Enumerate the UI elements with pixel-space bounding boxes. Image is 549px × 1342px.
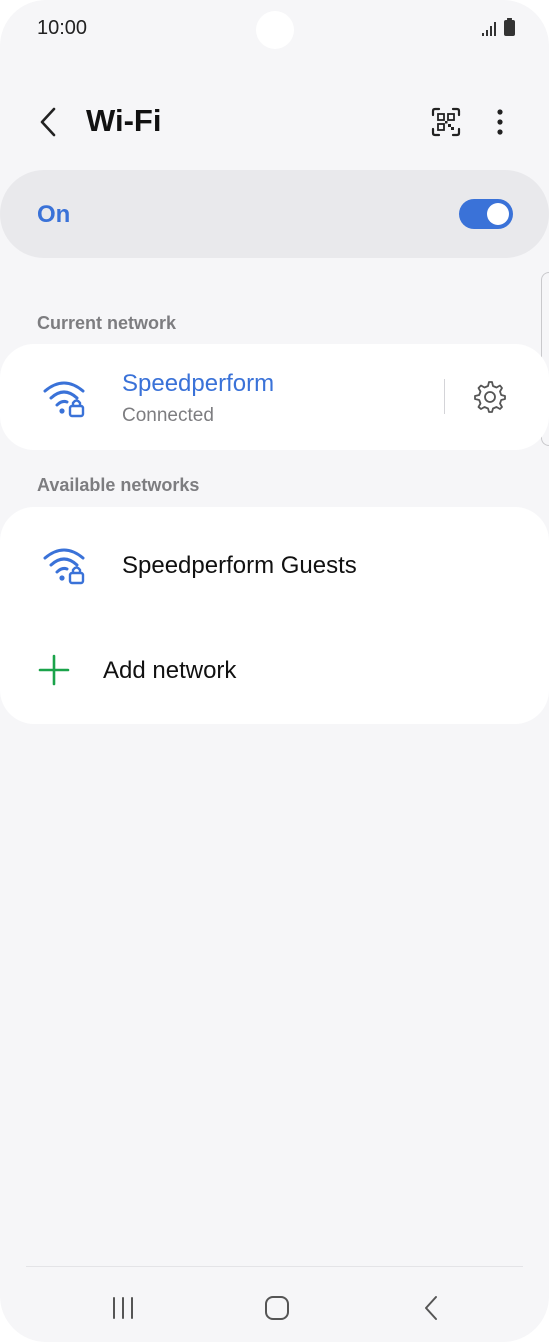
qr-code-button[interactable] bbox=[428, 104, 464, 140]
back-button[interactable] bbox=[30, 104, 66, 140]
available-networks-card: Speedperform Guests Add network bbox=[0, 507, 549, 724]
more-options-button[interactable] bbox=[482, 104, 518, 140]
home-icon bbox=[265, 1296, 289, 1320]
back-arrow-icon bbox=[40, 107, 56, 137]
divider bbox=[444, 379, 445, 414]
available-network-item[interactable]: Speedperform Guests bbox=[0, 507, 549, 617]
gear-icon bbox=[474, 381, 506, 413]
nav-bar-divider bbox=[26, 1266, 523, 1267]
add-network-button[interactable]: Add network bbox=[0, 619, 549, 724]
qr-code-icon bbox=[431, 107, 461, 137]
toggle-knob bbox=[487, 203, 509, 225]
current-network-name: Speedperform bbox=[122, 370, 275, 397]
status-bar: 10:00 bbox=[0, 0, 549, 60]
current-network-heading: Current network bbox=[37, 313, 177, 333]
phone-screen: 10:00 Wi-Fi On Current network Speedperf… bbox=[0, 0, 549, 1342]
more-options-icon bbox=[497, 109, 503, 135]
nav-back-button[interactable] bbox=[411, 1290, 451, 1326]
signal-icon bbox=[482, 22, 496, 36]
available-networks-heading: Available networks bbox=[37, 475, 200, 495]
add-network-label: Add network bbox=[103, 657, 237, 684]
current-network-status: Connected bbox=[122, 405, 214, 426]
status-icons bbox=[482, 18, 515, 36]
network-settings-button[interactable] bbox=[470, 377, 510, 417]
front-camera bbox=[256, 11, 294, 49]
home-button[interactable] bbox=[257, 1290, 297, 1326]
back-icon bbox=[425, 1296, 437, 1320]
current-network-card: Speedperform Connected bbox=[0, 344, 549, 450]
wifi-toggle-switch[interactable] bbox=[459, 199, 513, 229]
current-network-item[interactable]: Speedperform Connected bbox=[0, 344, 440, 450]
plus-icon bbox=[38, 654, 70, 686]
available-network-name: Speedperform Guests bbox=[122, 552, 357, 579]
wifi-toggle-row[interactable]: On bbox=[0, 170, 549, 258]
recent-apps-button[interactable] bbox=[103, 1290, 143, 1326]
app-header: Wi-Fi bbox=[0, 90, 549, 154]
wifi-toggle-label: On bbox=[37, 201, 71, 228]
page-title: Wi-Fi bbox=[86, 103, 162, 138]
wifi-locked-icon bbox=[43, 548, 85, 585]
status-time: 10:00 bbox=[37, 17, 88, 39]
recent-apps-icon bbox=[113, 1297, 133, 1319]
wifi-locked-icon bbox=[43, 381, 85, 418]
battery-icon bbox=[504, 18, 515, 36]
